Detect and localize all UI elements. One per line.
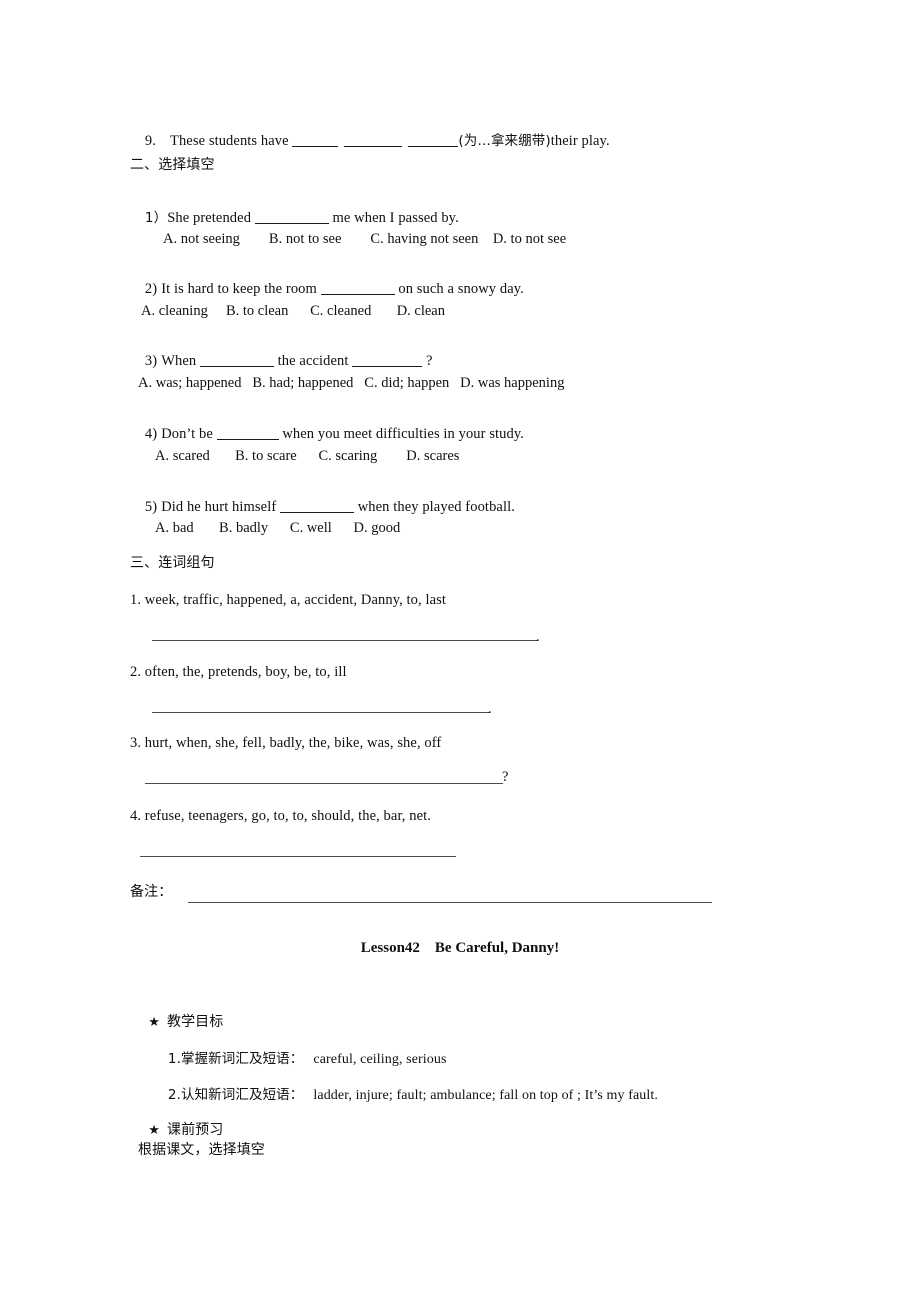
question-5-stem-before: Did he hurt himself <box>161 498 280 515</box>
answer-blank[interactable] <box>279 500 354 513</box>
question-2-stem-before: It is hard to keep the room <box>161 280 321 297</box>
question-5-stem-after: when they played football. <box>353 498 515 515</box>
objective-1-value: careful, ceiling, serious <box>313 1051 447 1067</box>
question-1-stem-before: She pretended <box>167 209 255 226</box>
remarks-label: 备注： <box>130 884 173 900</box>
section-three-heading: 三、连词组句 <box>130 555 215 571</box>
answer-blank[interactable] <box>352 354 423 367</box>
lesson-title: Lesson42 Be Careful, Danny! <box>360 940 560 956</box>
answer-rule-4[interactable] <box>140 856 456 857</box>
objective-2-value: ladder, injure; fault; ambulance; fall o… <box>313 1087 658 1103</box>
answer-blank[interactable] <box>344 134 403 147</box>
answer-rule-2[interactable] <box>152 712 490 713</box>
reorder-item-4-prompt: 4. refuse, teenagers, go, to, to, should… <box>130 808 431 824</box>
answer-rule-1[interactable] <box>152 640 538 641</box>
question-2-stem-after: on such a snowy day. <box>394 280 524 297</box>
question-3-stem-before: When <box>161 352 200 369</box>
answer-blank[interactable] <box>320 282 395 295</box>
question-1-stem-after: me when I passed by. <box>328 209 459 226</box>
answer-blank[interactable] <box>199 354 274 367</box>
answer-blank[interactable] <box>292 134 339 147</box>
question-2-number: 2) <box>144 280 158 297</box>
section-two-heading: 二、选择填空 <box>130 157 215 173</box>
question-3-options[interactable]: A. was; happened B. had; happened C. did… <box>138 375 564 392</box>
objective-1-label: 1.掌握新词汇及短语： <box>167 1050 304 1067</box>
star-icon: ★ <box>148 1015 160 1031</box>
question-3-stem-after: ? <box>422 352 433 369</box>
question-4-number: 4) <box>144 425 158 442</box>
question-9-stem-after: their play. <box>550 132 610 149</box>
reorder-item-1-prompt: 1. week, traffic, happened, a, accident,… <box>130 592 447 608</box>
answer-rule-1-end: . <box>536 629 540 645</box>
preview-instruction: 根据课文，选择填空 <box>138 1142 265 1158</box>
question-3-number: 3) <box>144 352 158 369</box>
question-1-options[interactable]: A. not seeing B. not to see C. having no… <box>163 231 566 248</box>
preview-heading-text: 课前预习 <box>166 1122 224 1139</box>
objectives-heading-text: 教学目标 <box>166 1014 224 1031</box>
question-9-hint: (为…拿来绷带) <box>458 132 551 149</box>
answer-rule-3[interactable] <box>145 783 503 784</box>
reorder-item-3-prompt: 3. hurt, when, she, fell, badly, the, bi… <box>130 735 442 751</box>
question-1-number: 1） <box>144 209 168 226</box>
answer-blank[interactable] <box>408 134 459 147</box>
worksheet-page: 9. These students have (为…拿来绷带)their play… <box>0 0 920 1302</box>
remarks-rule[interactable] <box>188 902 712 903</box>
star-icon: ★ <box>148 1123 160 1139</box>
objective-2-label: 2.认知新词汇及短语： <box>167 1086 304 1103</box>
question-4-stem-before: Don’t be <box>161 425 217 442</box>
question-4-stem-after: when you meet difficulties in your study… <box>278 425 525 442</box>
question-5-number: 5) <box>144 498 158 515</box>
answer-rule-2-end: . <box>488 701 492 717</box>
question-9-number: 9. <box>144 132 156 149</box>
question-4-options[interactable]: A. scared B. to scare C. scaring D. scar… <box>155 448 459 465</box>
answer-blank[interactable] <box>216 427 279 440</box>
reorder-item-2-prompt: 2. often, the, pretends, boy, be, to, il… <box>130 664 347 680</box>
question-3-stem-mid: the accident <box>273 352 353 369</box>
answer-blank[interactable] <box>254 211 329 224</box>
question-9-stem-before: These students have <box>169 132 293 149</box>
question-2-options[interactable]: A. cleaning B. to clean C. cleaned D. cl… <box>141 303 445 320</box>
objective-2-line: 2.认知新词汇及短语： ladder, injure; fault; ambula… <box>153 1072 658 1120</box>
question-5-options[interactable]: A. bad B. badly C. well D. good <box>155 520 400 537</box>
answer-rule-3-end: ? <box>502 769 509 785</box>
